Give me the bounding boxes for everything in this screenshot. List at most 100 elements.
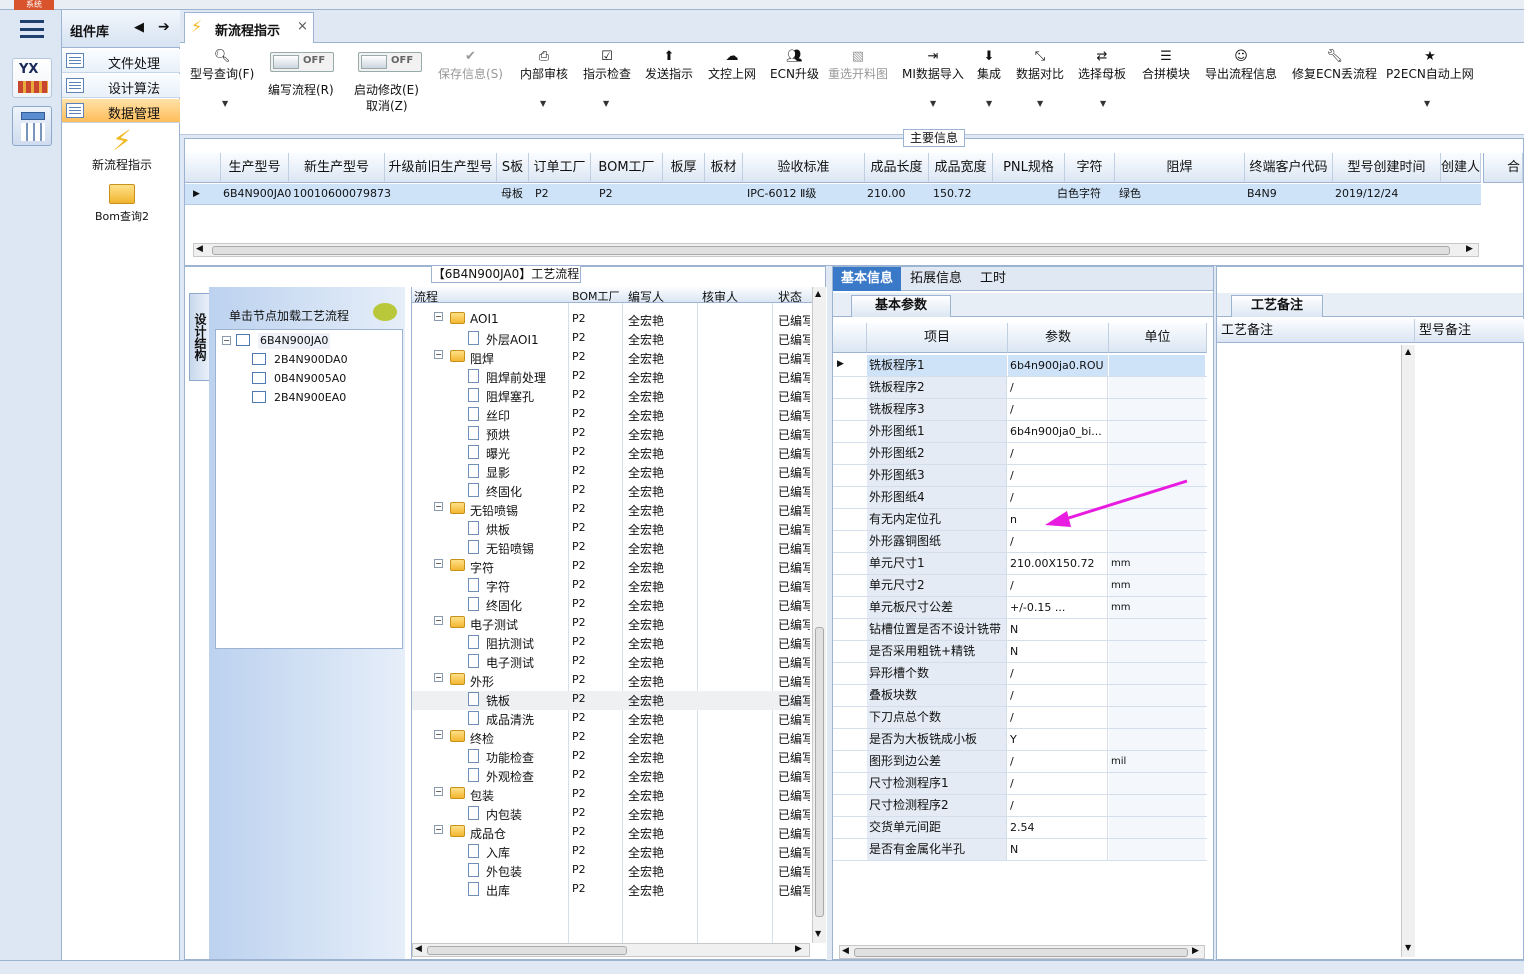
flow-row[interactable]: 终固化 P2 全宏艳 已编写 [412, 482, 810, 501]
column-header[interactable]: 创建人 [1441, 153, 1481, 183]
flow-row[interactable]: − 阻焊 P2 全宏艳 已编写 [412, 349, 810, 368]
horizontal-scrollbar[interactable]: ◀ ▶ [412, 943, 810, 957]
param-value[interactable]: / [1008, 707, 1108, 728]
flow-row[interactable]: 阻焊前处理 P2 全宏艳 已编写 [412, 368, 810, 387]
flow-row[interactable]: − 包装 P2 全宏艳 已编写 [412, 786, 810, 805]
edit-flow-toggle[interactable]: OFF [270, 52, 334, 72]
scroll-thumb[interactable] [212, 246, 1450, 255]
tree-node[interactable]: 2B4N900EA0 [274, 390, 346, 406]
flow-row[interactable]: 电子测试 P2 全宏艳 已编写 [412, 653, 810, 672]
cancel-button[interactable]: 取消(Z) [366, 97, 408, 114]
param-row[interactable]: 异形槽个数 / [833, 663, 1207, 685]
flow-row[interactable]: 入库 P2 全宏艳 已编写 [412, 843, 810, 862]
column-header[interactable]: PNL规格 [993, 153, 1065, 183]
save-info-button[interactable]: ✔ 保存信息(S) [438, 49, 503, 82]
param-row[interactable]: 铣板程序2/ [833, 377, 1207, 399]
scroll-left-icon[interactable]: ◀ [415, 944, 422, 954]
reselect-drawing-button[interactable]: ▧ 重选开料图 [828, 49, 888, 82]
export-flow-button[interactable]: ☺ 导出流程信息 [1205, 49, 1277, 82]
subtab-basic-params[interactable]: 基本参数 [851, 295, 951, 317]
param-row[interactable]: 单元尺寸2/mm [833, 575, 1207, 597]
flow-row[interactable]: 预烘 P2 全宏艳 已编写 [412, 425, 810, 444]
param-value[interactable]: / [1008, 663, 1108, 684]
tree-node[interactable]: 0B4N9005A0 [274, 371, 346, 387]
param-value[interactable]: 6b4n900ja0_bi... [1008, 421, 1108, 442]
hamburger-icon[interactable] [20, 20, 44, 38]
param-value[interactable]: 6b4n900ja0.ROU [1008, 355, 1108, 376]
param-value[interactable]: / [1008, 751, 1108, 772]
scroll-left-icon[interactable]: ◀ [842, 946, 849, 956]
param-row[interactable]: 铣板程序3/ [833, 399, 1207, 421]
flow-row[interactable]: 字符 P2 全宏艳 已编写 [412, 577, 810, 596]
column-header[interactable]: 终端客户代码 [1245, 153, 1333, 183]
param-row[interactable]: 是否采用粗铣+精铣 N [833, 641, 1207, 663]
collapse-icon[interactable]: − [222, 336, 231, 345]
collapse-icon[interactable]: − [434, 787, 443, 796]
param-value[interactable]: / [1008, 399, 1108, 420]
system-button[interactable]: 系统 [14, 0, 54, 10]
library-item-file-processing[interactable]: 文件处理 [62, 49, 180, 73]
param-row[interactable]: 叠板块数 / [833, 685, 1207, 707]
param-value[interactable]: / [1008, 773, 1108, 794]
model-query-button[interactable]: 🔍︎ 型号查询(F) [190, 49, 254, 82]
scroll-left-icon[interactable]: ◀ [196, 244, 203, 254]
param-value[interactable]: / [1008, 795, 1108, 816]
column-header[interactable]: 板厚 [663, 153, 705, 183]
flow-row[interactable]: 烘板 P2 全宏艳 已编写 [412, 520, 810, 539]
flow-row[interactable]: − 无铅喷锡 P2 全宏艳 已编写 [412, 501, 810, 520]
param-row[interactable]: 是否为大板铣成小板 Y [833, 729, 1207, 751]
param-row[interactable]: 尺寸检测程序2/ [833, 795, 1207, 817]
column-header[interactable]: 流程 [414, 288, 438, 305]
tab-work-hours[interactable]: 工时 [971, 267, 1015, 291]
flow-row[interactable]: 功能检查 P2 全宏艳 已编写 [412, 748, 810, 767]
instruction-check-button[interactable]: ☑ 指示检查 [583, 49, 631, 82]
collapse-icon[interactable]: − [434, 559, 443, 568]
calculator-icon[interactable] [12, 106, 52, 146]
param-value[interactable]: 2.54 [1008, 817, 1108, 838]
flow-row[interactable]: − 成品仓 P2 全宏艳 已编写 [412, 824, 810, 843]
column-header[interactable]: 成品长度 [865, 153, 929, 183]
column-header[interactable]: 字符 [1065, 153, 1115, 183]
scroll-thumb[interactable] [854, 948, 1188, 957]
chevron-down-icon[interactable]: ▼ [1424, 99, 1430, 108]
design-structure-tab[interactable]: 设计结构 [189, 293, 211, 381]
scroll-right-icon[interactable]: ▶ [795, 944, 802, 954]
internal-audit-button[interactable]: ⎙ 内部审核 [520, 49, 568, 82]
chevron-down-icon[interactable]: ▼ [222, 99, 228, 108]
column-header[interactable]: 升级前旧生产型号 [385, 153, 497, 183]
column-header[interactable]: 项目 [867, 323, 1008, 353]
flow-row[interactable]: − 电子测试 P2 全宏艳 已编写 [412, 615, 810, 634]
chevron-down-icon[interactable]: ▼ [540, 99, 546, 108]
param-row[interactable]: 单元板尺寸公差 +/-0.15 ... mm [833, 597, 1207, 619]
start-modify-toggle[interactable]: OFF [358, 52, 422, 72]
flow-row[interactable]: 内包装 P2 全宏艳 已编写 [412, 805, 810, 824]
chevron-down-icon[interactable]: ▼ [1037, 99, 1043, 108]
flow-row[interactable]: 阻焊塞孔 P2 全宏艳 已编写 [412, 387, 810, 406]
tab-extended-info[interactable]: 拓展信息 [903, 267, 969, 291]
flow-row[interactable]: 丝印 P2 全宏艳 已编写 [412, 406, 810, 425]
column-header[interactable]: 工艺备注 [1217, 319, 1415, 343]
param-value[interactable]: 210.00X150.72 [1008, 553, 1108, 574]
flow-row[interactable]: 显影 P2 全宏艳 已编写 [412, 463, 810, 482]
column-header[interactable]: 订单工厂 [529, 153, 591, 183]
param-value[interactable]: +/-0.15 ... [1008, 597, 1108, 618]
library-item-data-management[interactable]: 数据管理 [62, 99, 180, 123]
collapse-icon[interactable]: − [434, 312, 443, 321]
column-header[interactable]: 型号创建时间 [1333, 153, 1441, 183]
tab-process-remark[interactable]: 工艺备注 [1231, 295, 1323, 317]
scroll-right-icon[interactable]: ▶ [1466, 244, 1473, 254]
collapse-icon[interactable]: − [434, 616, 443, 625]
param-row[interactable]: 是否有金属化半孔 N [833, 839, 1207, 861]
column-header[interactable]: 生产型号 [221, 153, 289, 183]
vertical-scrollbar[interactable]: ▲ ▼ [812, 287, 826, 943]
column-header[interactable]: 状态 [778, 288, 802, 305]
select-mother-board-button[interactable]: ⇄ 选择母板 [1078, 49, 1126, 82]
param-row[interactable]: 外形露铜图纸 / [833, 531, 1207, 553]
flow-row[interactable]: 外观检查 P2 全宏艳 已编写 [412, 767, 810, 786]
table-row[interactable]: ▶ 6B4N900JA0 10010600079873 母板 P2 P2 IPC… [185, 184, 1481, 205]
pin-panel-icon[interactable]: ➔ [158, 19, 170, 35]
p2ecn-auto-online-button[interactable]: ★ P2ECN自动上网 [1386, 49, 1474, 82]
column-header[interactable]: 板材 [705, 153, 743, 183]
flow-row[interactable]: − 终检 P2 全宏艳 已编写 [412, 729, 810, 748]
param-value[interactable]: N [1008, 839, 1108, 860]
